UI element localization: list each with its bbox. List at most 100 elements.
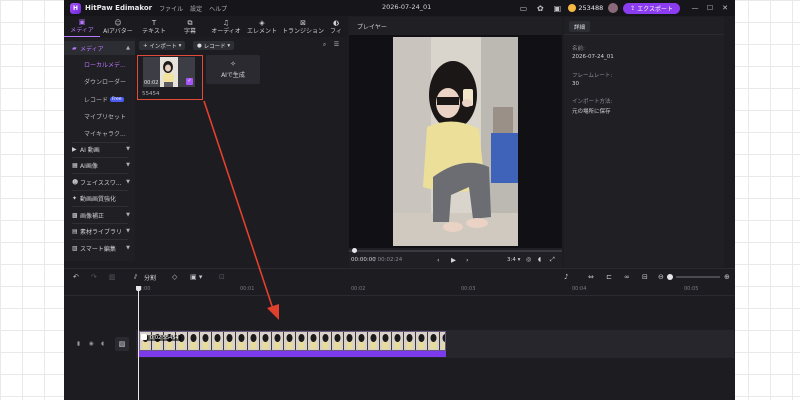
tab-audio[interactable]: ♫ オーディオ	[208, 16, 244, 37]
playback-progress[interactable]	[349, 248, 562, 253]
zoom-out-icon[interactable]: ⊖	[658, 273, 664, 281]
sidebar-item-label: 動画画質強化	[80, 195, 117, 203]
menu-help[interactable]: ヘルプ	[209, 4, 227, 13]
playhead-handle[interactable]	[136, 286, 141, 291]
sidebar-item-ai-video[interactable]: ▶ AI 動画 ▼	[64, 142, 135, 156]
delete-icon[interactable]: ▥	[109, 273, 116, 281]
filmstrip-frame	[404, 332, 415, 350]
fit-icon[interactable]: ⊟	[642, 273, 648, 281]
chevron-down-icon: ▼	[126, 212, 130, 218]
volume-icon[interactable]: ◖	[538, 256, 541, 263]
freeze-icon[interactable]: ⊡	[219, 273, 225, 281]
split-button[interactable]: 分割	[144, 273, 156, 282]
sidebar-item-smart-edit[interactable]: ▧ スマート編集 ▼	[64, 241, 135, 255]
cover-icon[interactable]: ▨	[115, 337, 129, 351]
upload-icon: ⇪	[630, 4, 638, 12]
tab-element[interactable]: ◈ エレメント	[244, 16, 280, 37]
video-viewport[interactable]	[349, 35, 562, 248]
sidebar-item-label: 画像補正	[80, 212, 105, 220]
undo-icon[interactable]: ↶	[73, 273, 79, 281]
divider	[72, 206, 128, 207]
tab-details[interactable]: 詳細	[569, 21, 591, 32]
progress-knob[interactable]	[352, 248, 357, 253]
play-icon[interactable]: ▶	[451, 256, 456, 264]
audio-icon[interactable]: ◖	[101, 341, 104, 347]
sidebar: ▰ メディア ▲ ローカルメデ... ダウンローダー レコード Free マイプリセッ…	[64, 38, 135, 261]
chevron-right-icon[interactable]: ›	[336, 19, 340, 29]
subtitle-icon: ⧉	[187, 18, 193, 27]
snap-icon[interactable]: ⊏	[606, 273, 612, 281]
filmstrip-frame	[248, 332, 259, 350]
ai-generate-button[interactable]: ✧ AIで生成	[206, 55, 260, 84]
timeline-ruler[interactable]: 00:00 00:01 00:02 00:03 00:04 00:05	[136, 285, 735, 295]
timeline-clip[interactable]	[139, 331, 446, 351]
filmstrip-frame	[200, 332, 211, 350]
sidebar-item-my-characters[interactable]: マイキャラク...	[84, 126, 135, 140]
menu-file[interactable]: ファイル	[159, 4, 183, 13]
zoom-slider-knob[interactable]	[667, 274, 673, 280]
fullscreen-icon[interactable]: ⤢	[550, 256, 555, 264]
sidebar-item-downloader[interactable]: ダウンローダー	[84, 74, 135, 88]
search-icon[interactable]: ⌕	[320, 41, 329, 50]
aspect-ratio-select[interactable]: 3:4 ▾	[507, 257, 520, 263]
gift-icon[interactable]: ✿	[534, 2, 546, 14]
sidebar-sub-label: マイキャラク...	[84, 130, 126, 138]
prop-value-framerate: 30	[572, 81, 579, 87]
visibility-icon[interactable]: ◉	[89, 341, 94, 347]
user-avatar[interactable]	[608, 3, 619, 13]
split-icon[interactable]: ⫽	[134, 273, 137, 282]
filmstrip-frame	[308, 332, 319, 350]
lock-icon[interactable]: ▮	[77, 341, 80, 347]
clip-thumbnail: 00:02 ✓	[143, 57, 195, 87]
mic-icon[interactable]: ♪	[564, 273, 568, 281]
record-label: レコード	[203, 43, 226, 50]
check-icon[interactable]: ✓	[186, 78, 193, 85]
sidebar-item-image-correct[interactable]: ▩ 画像補正 ▼	[64, 208, 135, 222]
maximize-icon[interactable]: ☐	[705, 4, 715, 12]
redo-icon[interactable]: ↷	[91, 273, 97, 281]
menu-settings[interactable]: 設定	[190, 4, 202, 13]
sidebar-item-label: AI画像	[80, 162, 98, 170]
chevron-down-icon: ▼	[126, 162, 130, 168]
chevron-down-icon: ▾	[176, 42, 182, 49]
filmstrip-frame	[320, 332, 331, 350]
next-frame-icon[interactable]: ›	[466, 256, 469, 264]
minimize-icon[interactable]: —	[690, 4, 700, 12]
tab-text[interactable]: T テキスト	[136, 16, 172, 37]
chevron-down-icon: ▼	[126, 228, 130, 234]
tab-transition[interactable]: ⊠ トランジション	[280, 16, 326, 37]
prev-frame-icon[interactable]: ‹	[437, 256, 440, 264]
sidebar-item-face-swap[interactable]: ☻ フェイススワ... ▼	[64, 175, 135, 189]
record-button[interactable]: ● レコード ▾	[193, 41, 235, 50]
tab-subtitle[interactable]: ⧉ 字幕	[172, 16, 208, 37]
link-icon[interactable]: ⇔	[588, 273, 594, 281]
sidebar-item-media[interactable]: ▰ メディア ▲	[64, 41, 135, 55]
sidebar-item-local-media[interactable]: ローカルメデ...	[84, 57, 135, 71]
marker-icon[interactable]: ◇	[172, 273, 177, 281]
main-toolbar: ▣ メディア ☺ AIアバター T テキスト ⧉ 字幕 ♫ オーディオ ◈ エレメント ⊠ ト…	[64, 16, 348, 37]
media-icon: ▣	[78, 18, 86, 26]
close-icon[interactable]: ✕	[720, 4, 730, 12]
sidebar-item-my-presets[interactable]: マイプリセット	[84, 109, 135, 123]
box-icon[interactable]: ▣	[551, 2, 563, 14]
playhead[interactable]	[138, 286, 139, 400]
crop-icon[interactable]: ▣ ▾	[190, 273, 202, 281]
media-clip-card[interactable]: 00:02 ✓ 55454	[137, 55, 203, 100]
tab-media[interactable]: ▣ メディア	[64, 16, 100, 37]
sidebar-item-library[interactable]: ▤ 素材ライブラリ ▼	[64, 224, 135, 238]
monitor-icon[interactable]: ▭	[517, 2, 529, 14]
export-button[interactable]: ⇪ エクスポート	[623, 2, 680, 14]
clip-audio-waveform[interactable]	[139, 351, 446, 357]
sidebar-item-video-enhance[interactable]: ✦ 動画画質強化	[64, 191, 135, 205]
chevron-down-icon: ▾	[225, 42, 231, 49]
zoom-in-icon[interactable]: ⊕	[724, 273, 730, 281]
ruler-label: 00:03	[461, 286, 476, 292]
zoom-slider[interactable]	[676, 276, 720, 278]
sidebar-item-ai-image[interactable]: ▦ AI画像 ▼	[64, 158, 135, 172]
import-button[interactable]: + インポート ▾	[139, 41, 186, 50]
snapshot-icon[interactable]: ◎	[526, 256, 531, 263]
chain-icon[interactable]: ∞	[624, 273, 630, 281]
sidebar-item-record[interactable]: レコード Free	[84, 92, 135, 106]
tab-ai-avatar[interactable]: ☺ AIアバター	[100, 16, 136, 37]
sort-icon[interactable]: ☰	[332, 41, 341, 50]
